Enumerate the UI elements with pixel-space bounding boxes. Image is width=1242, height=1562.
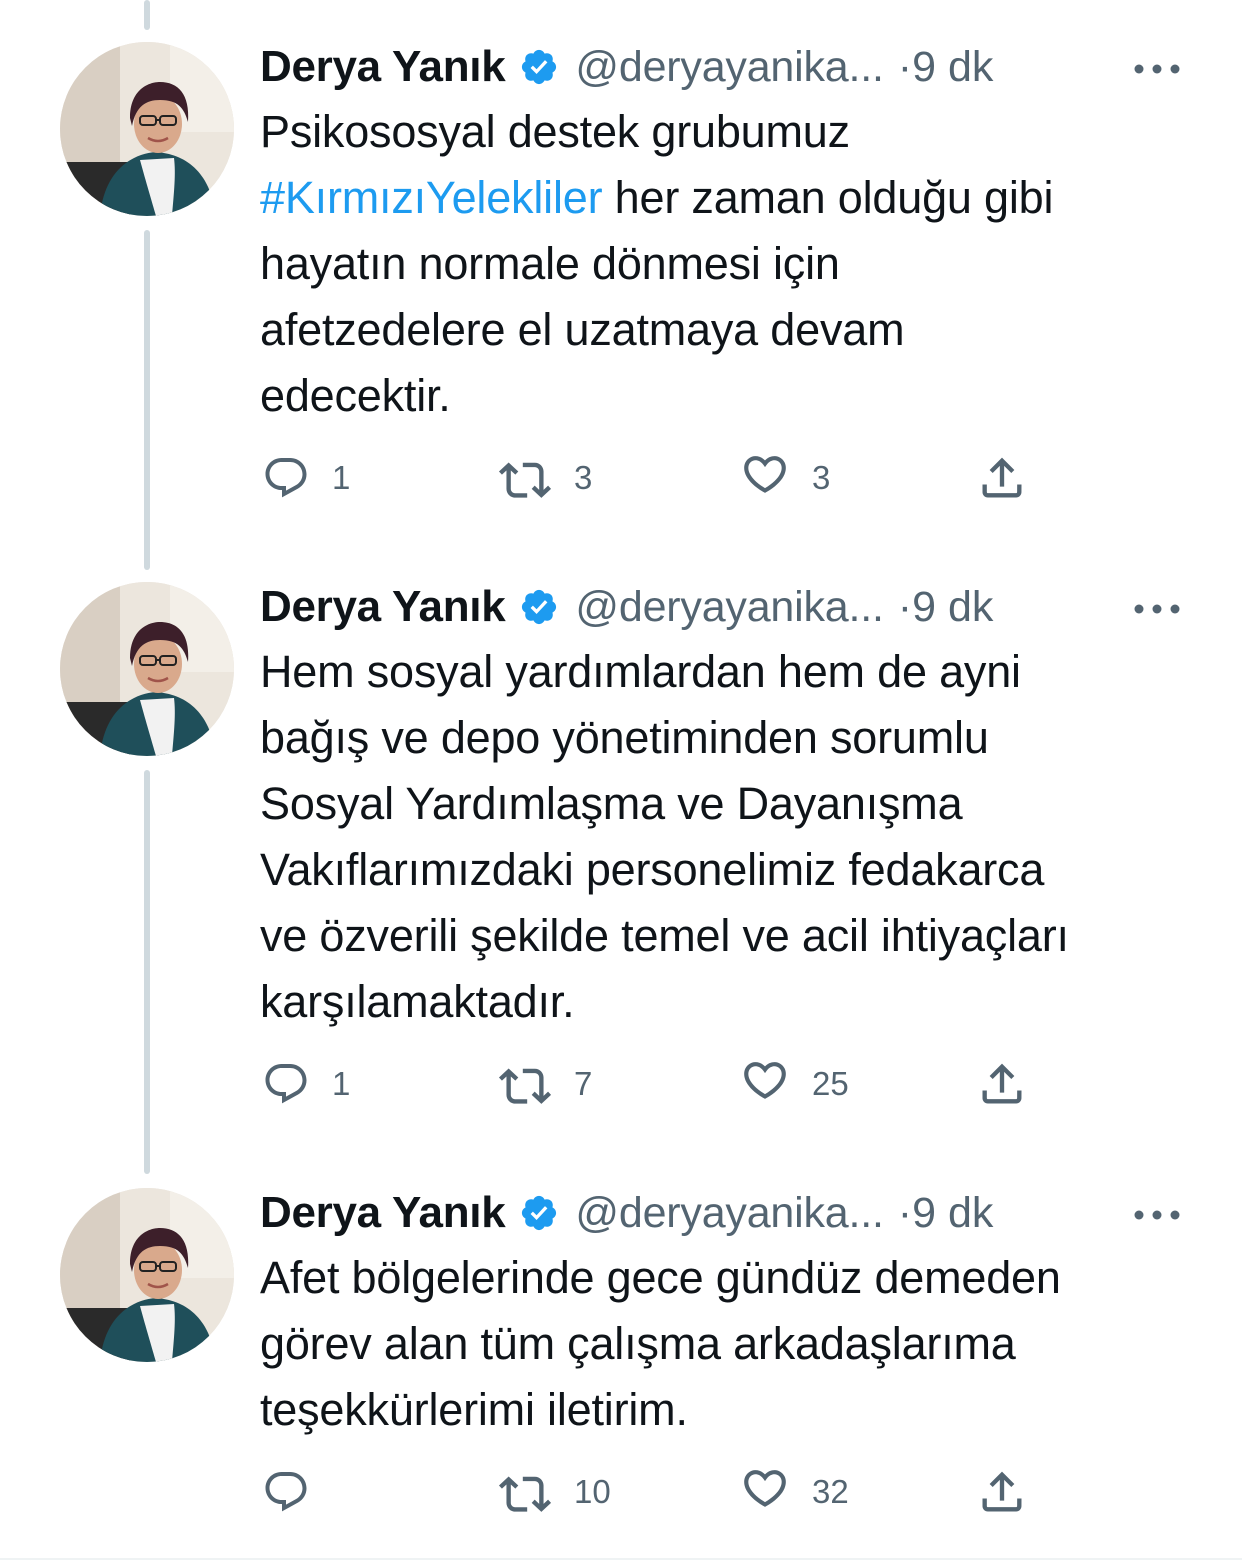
reply-count: 1 <box>332 459 351 496</box>
tweet-text-line: teşekkürlerimi iletirim. <box>260 1377 1220 1443</box>
thread-line-top <box>144 0 150 30</box>
tweet-time[interactable]: ·9 dk <box>898 1189 994 1238</box>
reply-count: 1 <box>332 1065 351 1102</box>
heart-icon <box>740 454 790 502</box>
retweet-icon <box>498 1060 552 1108</box>
tweet-text-segment: Sosyal Yardımlaşma ve Dayanışma <box>260 778 963 829</box>
heart-icon <box>740 1060 790 1108</box>
tweet-text-segment: ve özverili şekilde temel ve acil ihtiya… <box>260 910 1069 961</box>
share-icon <box>976 1466 1028 1518</box>
like-count: 3 <box>812 459 831 496</box>
tweet-text-segment: Vakıflarımızdaki personelimiz fedakarca <box>260 844 1045 895</box>
retweet-icon <box>498 454 552 502</box>
like-count: 32 <box>812 1473 849 1510</box>
hashtag-link[interactable]: #KırmızıYelekliler <box>260 172 603 223</box>
like-button[interactable]: 25 <box>740 1054 849 1114</box>
verified-badge-icon <box>519 47 559 87</box>
tweet-text: Psikososyal destek grubumuz #KırmızıYelek… <box>260 99 1220 429</box>
tweet-time[interactable]: ·9 dk <box>898 583 994 632</box>
tweet-text-line: bağış ve depo yönetiminden sorumlu <box>260 705 1220 771</box>
like-count: 25 <box>812 1065 849 1102</box>
heart-icon <box>740 1468 790 1516</box>
tweet-text-segment: Psikososyal destek grubumuz <box>260 106 850 157</box>
verified-badge-icon <box>519 587 559 627</box>
tweet-text-line: afetzedelere el uzatmaya devam <box>260 297 1220 363</box>
tweet-text-segment: Afet bölgelerinde gece gündüz demeden <box>260 1252 1061 1303</box>
tweet-text-segment: hayatın normale dönmesi için <box>260 238 840 289</box>
author-handle[interactable]: @deryayanika... <box>575 583 884 632</box>
tweet-text-line: Hem sosyal yardımlardan hem de ayni <box>260 639 1220 705</box>
tweet-text-line: Vakıflarımızdaki personelimiz fedakarca <box>260 837 1220 903</box>
tweet-actions: 1 7 25 <box>0 1054 1242 1114</box>
share-button[interactable] <box>976 448 1028 508</box>
share-icon <box>976 1058 1028 1110</box>
reply-icon <box>262 1468 310 1516</box>
retweet-count: 3 <box>574 459 593 496</box>
tweet-text-segment: edecektir. <box>260 370 451 421</box>
tweet-text-line: #KırmızıYelekliler her zaman olduğu gibi <box>260 165 1220 231</box>
tweet-text-segment: bağış ve depo yönetiminden sorumlu <box>260 712 989 763</box>
tweet-text-line: Psikososyal destek grubumuz <box>260 99 1220 165</box>
share-icon <box>976 452 1028 504</box>
retweet-count: 10 <box>574 1473 611 1510</box>
share-button[interactable] <box>976 1054 1028 1114</box>
reply-button[interactable] <box>262 1462 332 1522</box>
more-horizontal-icon[interactable] <box>1132 62 1182 76</box>
tweet-header: Derya Yanık @deryayanika... ·9 dk <box>260 576 1210 638</box>
tweet-time[interactable]: ·9 dk <box>898 43 994 92</box>
thread-line-1 <box>144 230 150 570</box>
author-handle[interactable]: @deryayanika... <box>575 1189 884 1238</box>
tweet-text-segment: Hem sosyal yardımlardan hem de ayni <box>260 646 1021 697</box>
retweet-button[interactable]: 7 <box>498 1054 592 1114</box>
retweet-button[interactable]: 10 <box>498 1462 611 1522</box>
author-name[interactable]: Derya Yanık <box>260 1188 506 1238</box>
tweet-actions: 10 32 <box>0 1462 1242 1522</box>
retweet-icon <box>498 1468 552 1516</box>
avatar[interactable] <box>60 1188 234 1362</box>
tweet-text-line: Afet bölgelerinde gece gündüz demeden <box>260 1245 1220 1311</box>
divider <box>0 1558 1242 1560</box>
tweet-text-line: edecektir. <box>260 363 1220 429</box>
retweet-button[interactable]: 3 <box>498 448 592 508</box>
tweet-header: Derya Yanık @deryayanika... ·9 dk <box>260 1182 1210 1244</box>
tweet-text-segment: teşekkürlerimi iletirim. <box>260 1384 688 1435</box>
tweet-text-segment: afetzedelere el uzatmaya devam <box>260 304 905 355</box>
avatar[interactable] <box>60 582 234 756</box>
avatar[interactable] <box>60 42 234 216</box>
tweet-text: Hem sosyal yardımlardan hem de ayni bağış… <box>260 639 1220 1035</box>
tweet-text-line: görev alan tüm çalışma arkadaşlarıma <box>260 1311 1220 1377</box>
reply-button[interactable]: 1 <box>262 1054 350 1114</box>
tweet-text-segment: görev alan tüm çalışma arkadaşlarıma <box>260 1318 1016 1369</box>
tweet-text-line: hayatın normale dönmesi için <box>260 231 1220 297</box>
like-button[interactable]: 3 <box>740 448 830 508</box>
more-horizontal-icon[interactable] <box>1132 1208 1182 1222</box>
tweet-text-line: karşılamaktadır. <box>260 969 1220 1035</box>
like-button[interactable]: 32 <box>740 1462 849 1522</box>
tweet-text-segment: karşılamaktadır. <box>260 976 575 1027</box>
reply-button[interactable]: 1 <box>262 448 350 508</box>
retweet-count: 7 <box>574 1065 593 1102</box>
more-horizontal-icon[interactable] <box>1132 602 1182 616</box>
tweet-text-segment: her zaman olduğu gibi <box>602 172 1054 223</box>
tweet-text-line: ve özverili şekilde temel ve acil ihtiya… <box>260 903 1220 969</box>
author-handle[interactable]: @deryayanika... <box>575 43 884 92</box>
tweet-text-line: Sosyal Yardımlaşma ve Dayanışma <box>260 771 1220 837</box>
tweet-actions: 1 3 3 <box>0 448 1242 508</box>
tweet-header: Derya Yanık @deryayanika... ·9 dk <box>260 36 1210 98</box>
tweet-text: Afet bölgelerinde gece gündüz demeden gör… <box>260 1245 1220 1443</box>
author-name[interactable]: Derya Yanık <box>260 42 506 92</box>
author-name[interactable]: Derya Yanık <box>260 582 506 632</box>
reply-icon <box>262 454 310 502</box>
reply-icon <box>262 1060 310 1108</box>
share-button[interactable] <box>976 1462 1028 1522</box>
verified-badge-icon <box>519 1193 559 1233</box>
